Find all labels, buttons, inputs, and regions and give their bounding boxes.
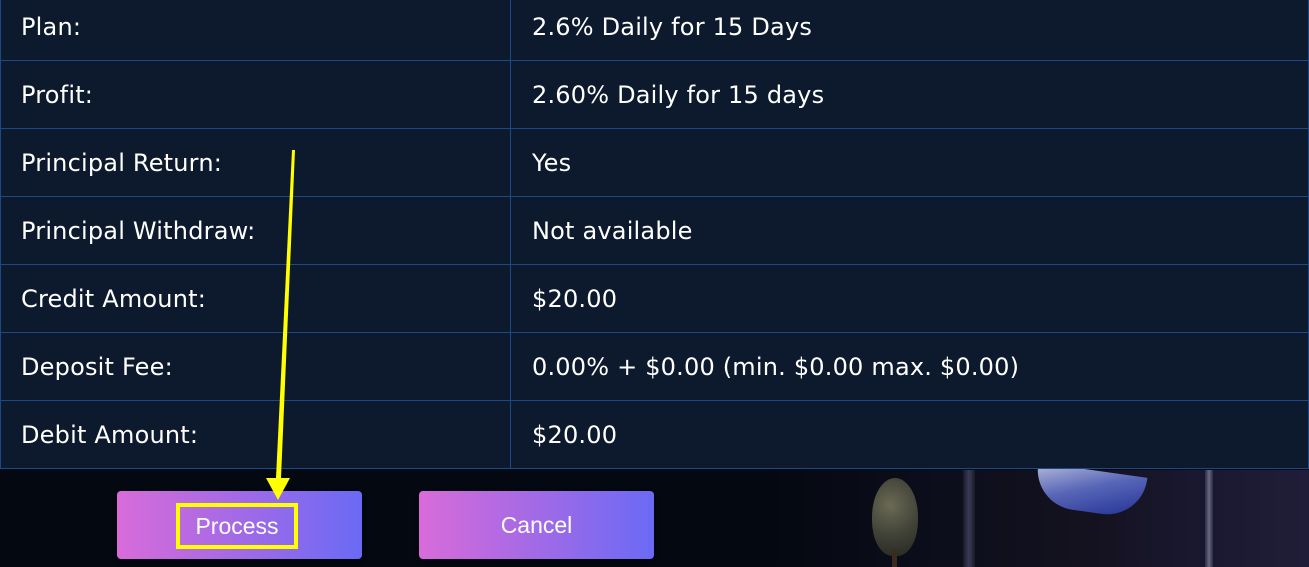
background-tree-trunk: [892, 550, 897, 567]
row-value: 2.60% Daily for 15 days: [510, 60, 1309, 129]
row-value: $20.00: [510, 400, 1309, 469]
row-label: Principal Return:: [0, 128, 511, 197]
row-value: $20.00: [510, 264, 1309, 333]
row-label: Credit Amount:: [0, 264, 511, 333]
row-label: Debit Amount:: [0, 400, 511, 469]
row-value: Not available: [510, 196, 1309, 265]
table-row: Principal Withdraw: Not available: [0, 196, 1309, 265]
table-row: Plan: 2.6% Daily for 15 Days: [0, 0, 1309, 61]
deposit-confirmation-page: Plan: 2.6% Daily for 15 Days Profit: 2.6…: [0, 0, 1309, 567]
row-label: Profit:: [0, 60, 511, 129]
background-pole: [1205, 470, 1213, 567]
cancel-button[interactable]: Cancel: [419, 491, 654, 559]
table-row: Deposit Fee: 0.00% + $0.00 (min. $0.00 m…: [0, 332, 1309, 401]
table-row: Principal Return: Yes: [0, 128, 1309, 197]
background-pole: [963, 470, 975, 567]
row-value: 0.00% + $0.00 (min. $0.00 max. $0.00): [510, 332, 1309, 401]
table-row: Debit Amount: $20.00: [0, 400, 1309, 469]
row-value: 2.6% Daily for 15 Days: [510, 0, 1309, 61]
background-scene: [760, 470, 1309, 567]
process-button-label[interactable]: Process: [176, 503, 298, 549]
row-value: Yes: [510, 128, 1309, 197]
row-label: Principal Withdraw:: [0, 196, 511, 265]
table-row: Credit Amount: $20.00: [0, 264, 1309, 333]
background-tree-image: [872, 478, 918, 556]
table-row: Profit: 2.60% Daily for 15 days: [0, 60, 1309, 129]
row-label: Deposit Fee:: [0, 332, 511, 401]
row-label: Plan:: [0, 0, 511, 61]
deposit-details-table: Plan: 2.6% Daily for 15 Days Profit: 2.6…: [0, 0, 1309, 469]
